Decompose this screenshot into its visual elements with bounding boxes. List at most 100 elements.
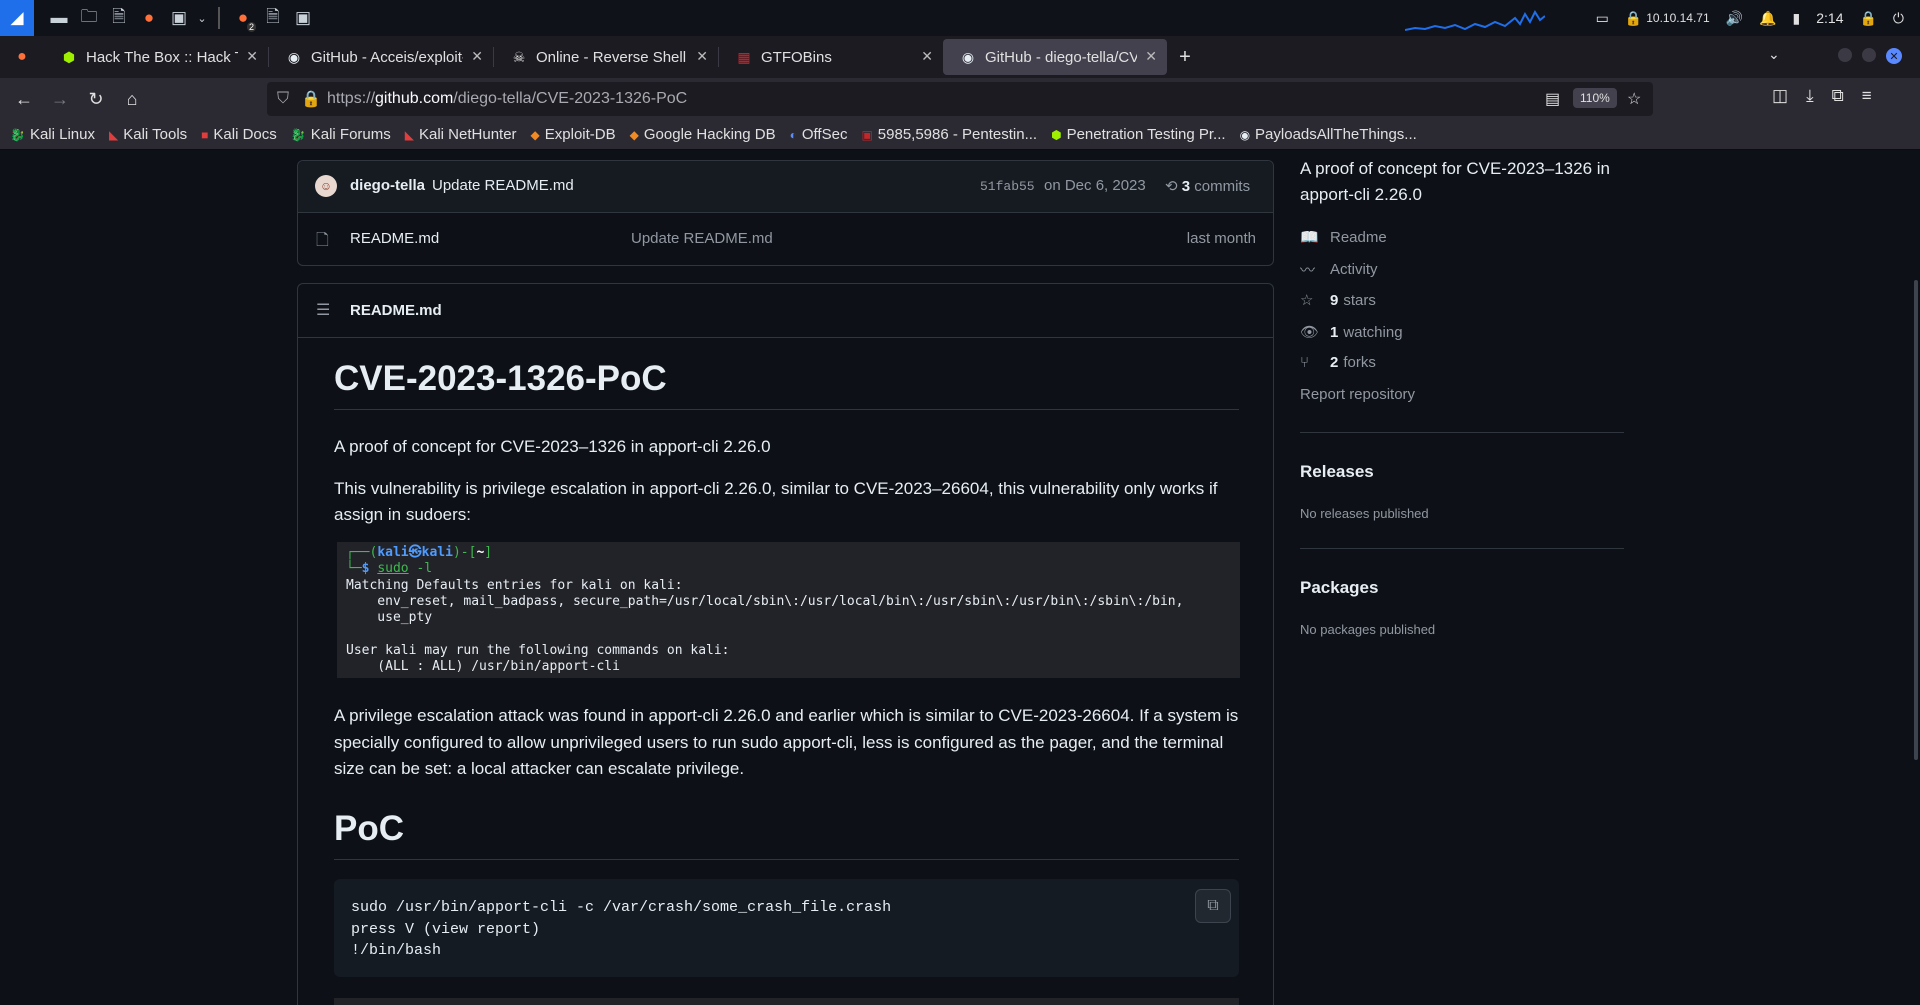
watchers-link[interactable]: 👁 1 watching bbox=[1300, 323, 1403, 342]
back-button[interactable]: ← bbox=[6, 83, 42, 115]
downloads-icon[interactable]: ⤓ bbox=[1806, 86, 1814, 106]
terminal-output-line: Matching Defaults entries for kali on ka… bbox=[346, 577, 683, 593]
taskbar-editor-icon[interactable]: 🗎 bbox=[258, 4, 288, 32]
bookmark-label: PayloadsAllTheThings... bbox=[1255, 126, 1417, 143]
bookmark-item[interactable]: ▣ 5985,5986 - Pentestin... bbox=[861, 126, 1037, 143]
file-manager-icon[interactable]: 🗀 bbox=[74, 4, 104, 32]
battery-icon[interactable]: ▮ bbox=[1793, 10, 1801, 27]
browser-tab[interactable]: ⬢ Hack The Box :: Hack The Box ✕ bbox=[44, 39, 268, 75]
window-controls: ✕ bbox=[1838, 48, 1902, 64]
bookmark-item[interactable]: ◣ Kali NetHunter bbox=[405, 126, 517, 143]
packages-heading[interactable]: Packages bbox=[1300, 578, 1378, 598]
minimize-button[interactable] bbox=[1838, 48, 1852, 62]
copy-button[interactable]: ⧉ bbox=[1195, 889, 1231, 923]
commit-author[interactable]: diego-tella bbox=[350, 177, 425, 194]
bookmarks-toolbar: 🐉 Kali Linux ◣ Kali Tools ■ Kali Docs 🐉 Kali Fo… bbox=[0, 120, 1920, 150]
notification-bell-icon[interactable]: 🔔 bbox=[1759, 10, 1776, 27]
launcher-dropdown-icon[interactable]: ⌄ bbox=[194, 4, 210, 32]
lock-icon[interactable]: 🔒 bbox=[299, 89, 323, 109]
commits-link[interactable]: ⟲ 3 commits bbox=[1165, 177, 1250, 195]
github-icon: ◉ bbox=[287, 48, 301, 65]
bookmark-item[interactable]: ◉ PayloadsAllTheThings... bbox=[1240, 126, 1417, 143]
taskbar-firefox-icon[interactable]: ● 2 bbox=[228, 4, 258, 32]
url-bar[interactable]: ⛉ 🔒 https://github.com/diego-tella/CVE-2… bbox=[267, 82, 1653, 116]
readme-link[interactable]: 📖 Readme bbox=[1300, 228, 1387, 247]
file-name[interactable]: README.md bbox=[350, 230, 439, 247]
lock-screen-icon[interactable]: 🔒 bbox=[1859, 10, 1876, 27]
close-window-button[interactable]: ✕ bbox=[1886, 48, 1902, 64]
history-icon: ⟲ bbox=[1165, 178, 1178, 195]
tab-close-icon[interactable]: ✕ bbox=[921, 48, 933, 65]
stars-label: stars bbox=[1343, 291, 1376, 309]
author-avatar[interactable]: ☺ bbox=[315, 175, 337, 197]
forward-button[interactable]: → bbox=[42, 83, 78, 115]
taskbar-terminal-icon[interactable]: ▣ bbox=[288, 4, 318, 32]
code-line[interactable]: press V (view report) bbox=[351, 919, 1239, 941]
text-editor-icon[interactable]: 🗎 bbox=[104, 4, 134, 32]
commit-hash[interactable]: 51fab55 bbox=[980, 179, 1035, 194]
bookmark-item[interactable]: ⬢ Penetration Testing Pr... bbox=[1051, 126, 1225, 143]
bookmark-label: Penetration Testing Pr... bbox=[1066, 126, 1226, 143]
power-icon[interactable]: ⏻ bbox=[1893, 10, 1904, 27]
cpu-graph bbox=[1405, 9, 1545, 31]
browser-tab[interactable]: ◉ GitHub - Acceis/exploit-CVE ✕ bbox=[269, 39, 493, 75]
tab-close-icon[interactable]: ✕ bbox=[696, 48, 708, 65]
bookmark-item[interactable]: ◆ Exploit-DB bbox=[531, 126, 616, 143]
code-line[interactable]: !/bin/bash bbox=[351, 940, 1239, 962]
extensions-icon[interactable]: ⧉ bbox=[1832, 86, 1844, 106]
clock[interactable]: 2:14 bbox=[1816, 10, 1843, 26]
hacktricks-icon: ▣ bbox=[861, 127, 873, 142]
home-button[interactable]: ⌂ bbox=[114, 83, 150, 115]
forks-link[interactable]: ⑂ 2 forks bbox=[1300, 354, 1376, 371]
releases-heading[interactable]: Releases bbox=[1300, 462, 1374, 482]
new-tab-button[interactable]: + bbox=[1167, 46, 1203, 69]
bookmark-item[interactable]: 🐉 Kali Forums bbox=[291, 126, 391, 143]
reader-view-icon[interactable]: ▤ bbox=[1545, 89, 1560, 109]
bookmark-item[interactable]: ■ Kali Docs bbox=[201, 126, 277, 143]
readme-paragraph-1: This vulnerability is privilege escalati… bbox=[334, 479, 1218, 524]
stars-link[interactable]: ☆ 9 stars bbox=[1300, 291, 1376, 310]
kali-menu-icon[interactable]: ◢ bbox=[0, 0, 34, 36]
file-row[interactable]: 🗋 README.md Update README.md last month bbox=[298, 213, 1273, 265]
bookmark-item[interactable]: ◐ OffSec bbox=[790, 126, 848, 143]
kali-docs-icon: ■ bbox=[201, 127, 209, 142]
code-line[interactable]: sudo /usr/bin/apport-cli -c /var/crash/s… bbox=[351, 897, 1239, 919]
bookmark-item[interactable]: ◆ Google Hacking DB bbox=[630, 126, 776, 143]
file-commit-message[interactable]: Update README.md bbox=[631, 230, 773, 247]
terminal-output-line: (ALL : ALL) /usr/bin/apport-cli bbox=[346, 659, 620, 675]
list-all-tabs-icon[interactable]: ⌄ bbox=[1768, 46, 1780, 63]
show-desktop-icon[interactable]: ▬ bbox=[44, 4, 74, 32]
tab-close-icon[interactable]: ✕ bbox=[1145, 48, 1157, 65]
display-icon[interactable]: ▭ bbox=[1596, 10, 1609, 27]
report-repository-link[interactable]: Report repository bbox=[1300, 386, 1415, 403]
volume-icon[interactable]: 🔊 bbox=[1726, 10, 1743, 27]
browser-tab[interactable]: ▦ GTFOBins ✕ bbox=[719, 39, 943, 75]
pulse-icon: 〰 bbox=[1300, 262, 1316, 279]
commit-message[interactable]: Update README.md bbox=[432, 177, 574, 194]
app-menu-icon[interactable]: ≡ bbox=[1862, 86, 1872, 106]
outline-list-icon[interactable]: ☰ bbox=[316, 300, 330, 320]
bookmark-item[interactable]: 🐉 Kali Linux bbox=[10, 126, 95, 143]
bookmark-star-icon[interactable]: ☆ bbox=[1627, 89, 1641, 109]
firefox-launcher-icon[interactable]: ● bbox=[134, 4, 164, 32]
vpn-indicator[interactable]: 🔒 10.10.14.71 bbox=[1625, 10, 1710, 27]
maximize-button[interactable] bbox=[1862, 48, 1876, 62]
reload-button[interactable]: ↻ bbox=[78, 83, 114, 115]
browser-tab[interactable]: ◉ GitHub - diego-tella/CVE-2023 ✕ bbox=[943, 39, 1167, 75]
browser-tab[interactable]: ☠ Online - Reverse Shell Gen ✕ bbox=[494, 39, 718, 75]
tracking-shield-icon[interactable]: ⛉ bbox=[267, 90, 299, 108]
terminal-launcher-icon[interactable]: ▣ bbox=[164, 4, 194, 32]
readme-header-title[interactable]: README.md bbox=[350, 302, 442, 319]
pocket-icon[interactable]: ◫ bbox=[1772, 86, 1788, 106]
poc-heading: PoC bbox=[334, 809, 1239, 860]
firefox-view-icon[interactable]: ● bbox=[0, 48, 44, 66]
tab-close-icon[interactable]: ✕ bbox=[471, 48, 483, 65]
commit-date: on Dec 6, 2023 bbox=[1044, 177, 1146, 194]
tab-close-icon[interactable]: ✕ bbox=[246, 48, 258, 65]
bookmark-item[interactable]: ◣ Kali Tools bbox=[109, 126, 187, 143]
url-text[interactable]: https://github.com/diego-tella/CVE-2023-… bbox=[327, 90, 687, 108]
zoom-indicator[interactable]: 110% bbox=[1573, 88, 1617, 108]
terminal-prompt-line: ┌──(kali㉿kali)-[~] bbox=[346, 545, 493, 560]
activity-link[interactable]: 〰 Activity bbox=[1300, 259, 1378, 280]
page-scrollbar[interactable] bbox=[1914, 280, 1918, 760]
